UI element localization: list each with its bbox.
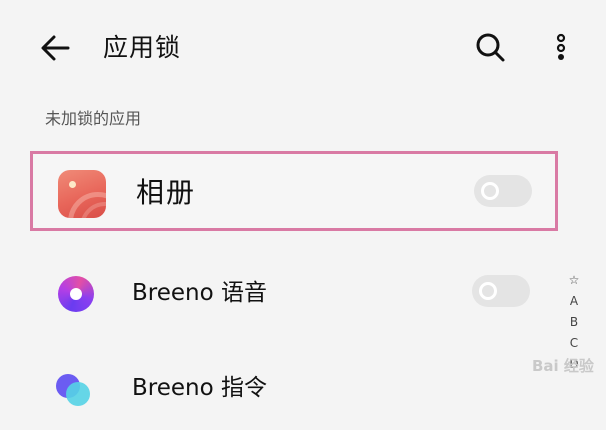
breeno-command-app-icon bbox=[54, 372, 98, 416]
search-icon bbox=[476, 33, 505, 62]
voice-icon-center bbox=[70, 288, 82, 300]
index-item-star[interactable]: ☆ bbox=[563, 270, 585, 291]
index-item-b[interactable]: B bbox=[563, 312, 585, 333]
section-label-unlocked-apps: 未加锁的应用 bbox=[45, 109, 142, 128]
app-row-breeno-command[interactable]: Breeno 指令 bbox=[30, 350, 558, 430]
arrow-left-icon bbox=[41, 35, 70, 61]
index-item-c[interactable]: C bbox=[563, 333, 585, 354]
watermark-text: Bai 经验 bbox=[532, 357, 594, 375]
lock-toggle-album[interactable] bbox=[474, 175, 532, 207]
app-row-breeno-voice[interactable]: Breeno 语音 bbox=[30, 254, 558, 334]
album-icon-sun bbox=[69, 181, 76, 188]
lock-toggle-breeno-voice[interactable] bbox=[472, 275, 530, 307]
app-header: 应用锁 bbox=[0, 0, 606, 95]
app-row-album[interactable]: 相册 bbox=[30, 151, 558, 231]
more-options-button[interactable] bbox=[548, 30, 574, 66]
breeno-voice-app-icon bbox=[58, 276, 94, 312]
page-title: 应用锁 bbox=[103, 33, 182, 62]
album-app-icon bbox=[58, 170, 106, 218]
toggle-knob bbox=[479, 282, 497, 300]
app-name: Breeno 指令 bbox=[132, 375, 267, 401]
index-item-a[interactable]: A bbox=[563, 291, 585, 312]
toggle-knob bbox=[481, 182, 499, 200]
app-name: 相册 bbox=[136, 176, 197, 209]
app-name: Breeno 语音 bbox=[132, 280, 267, 306]
command-icon-bubble bbox=[66, 382, 90, 406]
more-vertical-icon bbox=[556, 33, 566, 60]
search-button[interactable] bbox=[474, 30, 508, 66]
back-button[interactable] bbox=[38, 30, 76, 66]
